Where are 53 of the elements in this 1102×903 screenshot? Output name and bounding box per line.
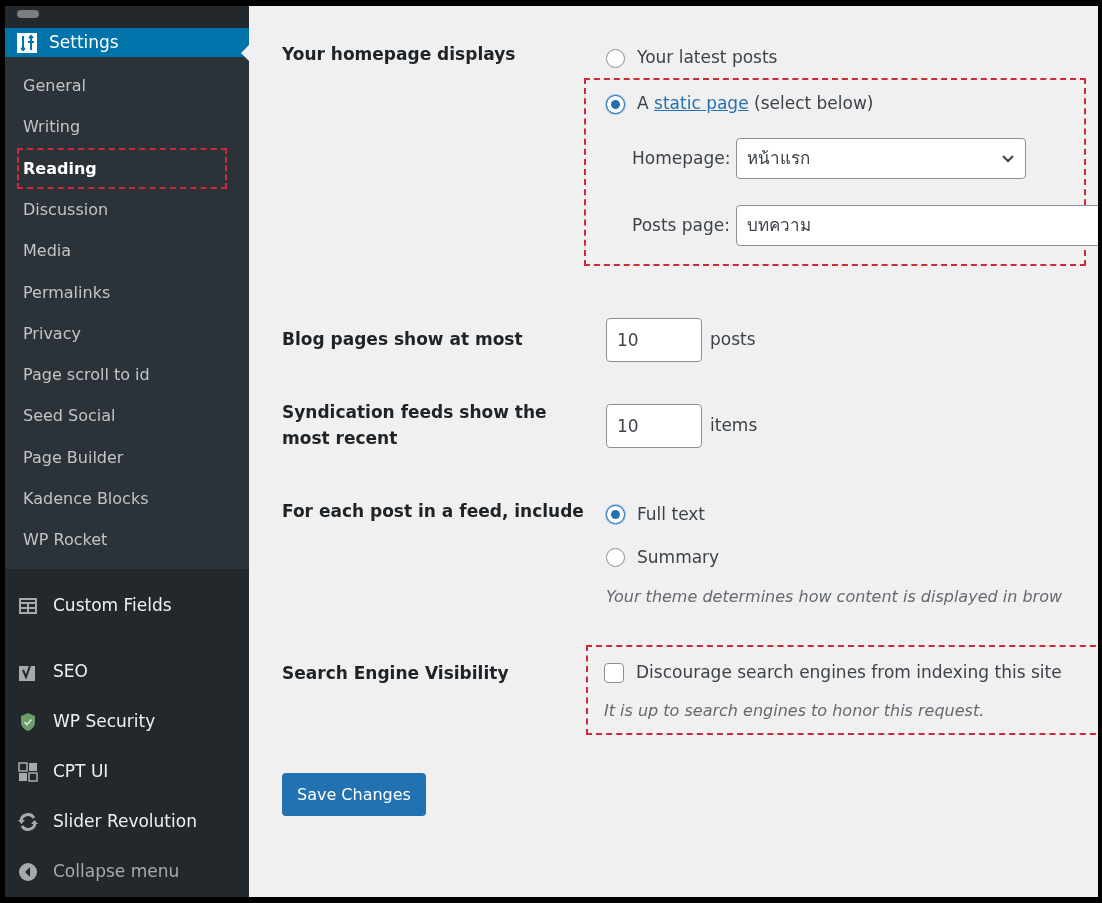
- submenu-item[interactable]: Privacy: [17, 313, 227, 355]
- submenu-item[interactable]: Kadence Blocks: [17, 478, 227, 520]
- number-input[interactable]: 10: [606, 403, 702, 448]
- radio-button[interactable]: [606, 505, 625, 524]
- help-text: Your theme determines how content is displayed in brow: [606, 586, 1062, 608]
- homepage-select[interactable]: หน้าแรก: [736, 138, 1027, 179]
- field-label: Your homepage displays: [282, 43, 517, 66]
- field-label: Search Engine Visibility: [282, 662, 510, 685]
- unit-label: posts: [710, 328, 756, 352]
- radio-option[interactable]: Summary: [606, 536, 1062, 579]
- static-page-link[interactable]: static page: [654, 93, 749, 114]
- submenu-item[interactable]: Permalinks: [17, 271, 227, 314]
- radio-option[interactable]: Full text: [606, 493, 1062, 536]
- collapse-icon: [18, 862, 38, 882]
- chevron-down-icon: [1001, 154, 1016, 163]
- field-label: Blog pages show at most: [282, 328, 524, 352]
- menu-item[interactable]: SEO: [5, 647, 249, 697]
- field-label: Homepage:: [632, 146, 731, 170]
- submenu-item[interactable]: Discussion: [17, 189, 227, 231]
- field-label: Syndication feeds show the most recent: [282, 401, 548, 450]
- submenu-item[interactable]: General: [17, 65, 227, 107]
- grid-icon: [18, 762, 38, 782]
- refresh-icon: [17, 812, 39, 832]
- submenu-item[interactable]: Page Builder: [17, 437, 227, 479]
- field-label: Posts page:: [632, 213, 730, 237]
- submenu-item[interactable]: Writing: [17, 106, 227, 149]
- table-icon: [18, 596, 38, 616]
- number-input[interactable]: 10: [606, 318, 702, 362]
- menu-item[interactable]: WP Security: [5, 697, 249, 747]
- submenu-item[interactable]: Page scroll to id: [17, 354, 227, 396]
- submenu-item[interactable]: WP Rocket: [17, 519, 227, 561]
- checkbox[interactable]: [604, 663, 624, 683]
- menu-item[interactable]: Slider Revolution: [5, 797, 249, 847]
- posts-page-select[interactable]: บทความ: [736, 205, 1098, 246]
- radio-option[interactable]: A static page (select below): [606, 88, 1084, 120]
- save-changes-button[interactable]: Save Changes: [282, 773, 426, 816]
- field-label: For each post in a feed, include: [282, 500, 585, 523]
- menu-item[interactable]: Collapse menu: [5, 847, 249, 897]
- settings-sliders-icon: [17, 32, 37, 53]
- settings-menu-item[interactable]: Settings: [5, 27, 249, 58]
- menu-item[interactable]: Custom Fields: [5, 581, 249, 631]
- submenu-item[interactable]: Seed Social: [17, 395, 227, 438]
- unit-label: items: [710, 413, 758, 437]
- checkbox-option[interactable]: Discourage search engines from indexing this site: [604, 657, 1098, 689]
- radio-option[interactable]: Your latest posts: [606, 38, 1086, 78]
- submenu-item[interactable]: Reading: [17, 148, 227, 190]
- help-text: It is up to search engines to honor this request.: [604, 700, 986, 722]
- radio-button[interactable]: [606, 548, 625, 567]
- radio-button[interactable]: [606, 94, 625, 114]
- menu-item[interactable]: CPT UI: [5, 747, 249, 797]
- radio-button[interactable]: [606, 48, 625, 68]
- submenu-item[interactable]: Media: [17, 230, 227, 272]
- shield-icon: [19, 712, 37, 732]
